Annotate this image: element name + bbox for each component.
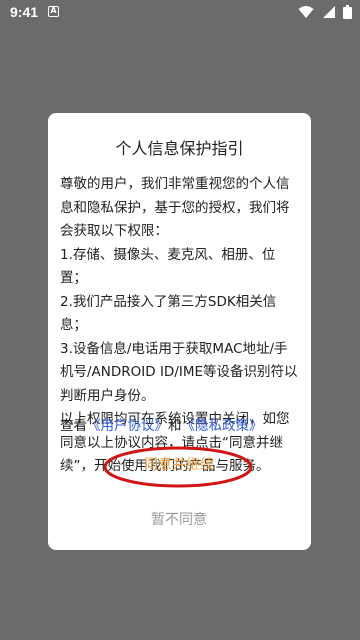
body-line: 会获取以下权限： — [60, 223, 168, 239]
body-line: 3.设备信息/电话用于获取MAC地址/手 — [60, 340, 288, 357]
user-agreement-link[interactable]: 《用户协议》 — [87, 418, 168, 434]
links-prefix: 查看 — [60, 418, 87, 434]
body-line: 尊敬的用户，我们非常重视您的个人信 — [60, 176, 290, 192]
body-line: 2.我们产品接入了第三方SDK相关信息； — [60, 293, 277, 334]
body-line: 机号/ANDROID ID/IME等设备识别符以 — [60, 364, 298, 380]
status-bar: 9:41 A — [0, 0, 360, 24]
wifi-icon — [298, 6, 314, 18]
body-line: 息和隐私保护，基于您的授权，我们将 — [60, 199, 290, 216]
privacy-dialog: 个人信息保护指引 尊敬的用户，我们非常重视您的个人信 息和隐私保护，基于您的授权… — [48, 113, 311, 550]
dialog-title: 个人信息保护指引 — [115, 139, 244, 158]
notification-icon: A — [48, 6, 59, 17]
links-conjunction: 和 — [168, 418, 182, 434]
agree-continue-button[interactable]: 同意并继续 — [104, 449, 254, 481]
status-icons — [295, 5, 352, 19]
privacy-policy-link[interactable]: 《隐私政策》 — [182, 418, 263, 434]
agreements-line: 查看《用户协议》和《隐私政策》 — [60, 415, 305, 438]
signal-icon — [322, 6, 335, 18]
status-time: 9:41 — [10, 4, 39, 20]
decline-button[interactable]: 暂不同意 — [104, 505, 254, 535]
battery-icon — [343, 5, 352, 19]
body-line: 判断用户身份。 — [60, 387, 155, 404]
body-line: 1.存储、摄像头、麦克风、相册、位置； — [60, 246, 276, 287]
